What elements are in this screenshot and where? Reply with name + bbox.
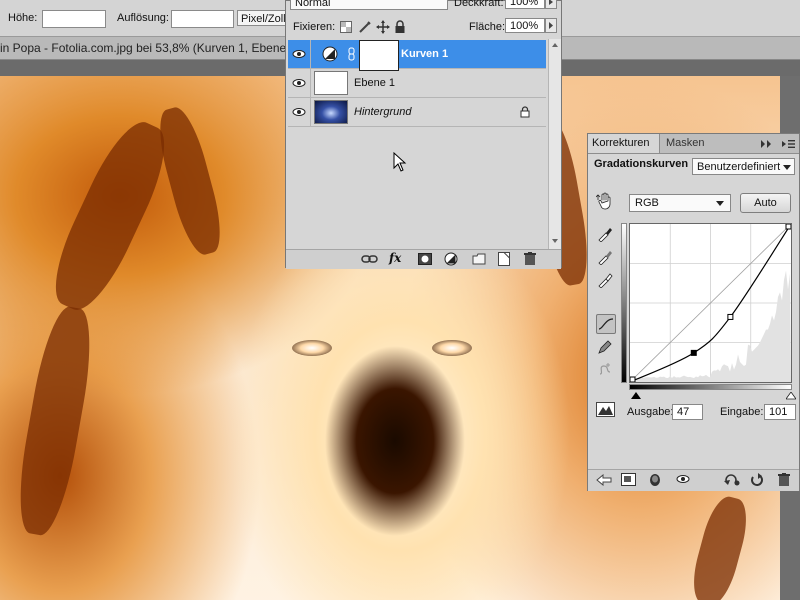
curve-points-tool-icon[interactable] <box>596 314 616 334</box>
right-eye <box>432 340 472 356</box>
layers-footer: fx <box>286 249 561 269</box>
view-previous-state-icon[interactable] <box>723 473 741 490</box>
white-point-eyedropper-icon[interactable] <box>596 270 616 288</box>
channel-select[interactable]: RGB <box>629 194 731 212</box>
preset-value: Benutzerdefiniert <box>697 161 780 173</box>
fill-input[interactable]: 100% <box>505 18 545 33</box>
white-slider-icon[interactable] <box>786 391 796 403</box>
output-label: Ausgabe: <box>627 406 673 418</box>
resolution-input[interactable] <box>171 10 234 28</box>
layer-mask-thumbnail[interactable] <box>360 41 398 70</box>
layers-scrollbar[interactable] <box>548 39 561 249</box>
hair-shadow <box>151 103 228 258</box>
auto-button[interactable]: Auto <box>740 193 791 213</box>
on-image-adjust-tool-icon[interactable] <box>596 192 616 210</box>
adjustments-footer <box>588 469 799 491</box>
visibility-toggle[interactable] <box>288 40 311 68</box>
curve-control-point[interactable] <box>691 350 696 355</box>
opacity-input[interactable]: 100% <box>505 0 545 9</box>
clipping-warning-icon[interactable] <box>596 402 616 421</box>
back-arrow-icon[interactable] <box>596 474 612 489</box>
layer-row-ebene[interactable]: Ebene 1 <box>288 69 546 98</box>
opacity-label: Deckkraft: <box>454 0 504 9</box>
curve-control-point[interactable] <box>728 314 733 319</box>
smooth-curve-icon[interactable] <box>596 360 616 378</box>
collapse-panel-icon[interactable] <box>760 139 774 152</box>
hair-shadow <box>10 303 99 538</box>
tab-masken[interactable]: Masken <box>662 134 712 153</box>
input-label: Eingabe: <box>720 406 763 418</box>
clip-to-layer-icon[interactable] <box>649 473 661 490</box>
input-input[interactable]: 101 <box>764 404 796 420</box>
lock-label: Fixieren: <box>293 21 335 33</box>
blend-mode-select[interactable]: Normal <box>290 0 448 10</box>
layer-name: Hintergrund <box>354 106 411 118</box>
adjustment-layer-icon[interactable] <box>444 252 458 269</box>
input-gradient-bar <box>629 384 792 390</box>
link-layers-icon[interactable] <box>361 253 379 268</box>
opacity-slider-button[interactable] <box>545 0 557 9</box>
left-eye <box>292 340 332 356</box>
curves-graph[interactable] <box>629 223 792 383</box>
adjustment-title: Gradationskurven <box>594 158 688 170</box>
adjustments-panel: Korrekturen Masken Gradationskurven Benu… <box>587 133 800 491</box>
hair-shadow <box>686 493 753 600</box>
tab-korrekturen[interactable]: Korrekturen <box>588 134 660 153</box>
height-input[interactable] <box>42 10 106 28</box>
preset-select[interactable]: Benutzerdefiniert <box>692 158 795 175</box>
black-point-eyedropper-icon[interactable] <box>596 224 616 242</box>
trash-icon[interactable] <box>524 252 536 269</box>
layer-name: Kurven 1 <box>401 48 448 60</box>
expand-view-icon[interactable] <box>621 473 637 490</box>
fill-slider-button[interactable] <box>545 18 557 33</box>
gray-point-eyedropper-icon[interactable] <box>596 247 616 265</box>
output-input[interactable]: 47 <box>672 404 703 420</box>
link-chain-icon[interactable] <box>348 47 356 64</box>
delete-adjustment-icon[interactable] <box>778 473 790 490</box>
layer-thumbnail[interactable] <box>314 71 348 95</box>
curve-control-point[interactable] <box>786 224 791 229</box>
layer-name: Ebene 1 <box>354 77 395 89</box>
resolution-unit-select[interactable]: Pixel/Zoll <box>237 10 289 26</box>
height-label: Höhe: <box>8 12 37 24</box>
curve-control-point[interactable] <box>630 377 635 382</box>
layer-row-kurven[interactable]: Kurven 1 <box>288 40 546 69</box>
mouse-cursor-icon <box>393 152 407 175</box>
new-layer-icon[interactable] <box>498 252 510 269</box>
lock-row: Fixieren: Fläche: 100% <box>286 15 561 37</box>
panel-menu-icon[interactable] <box>782 139 796 152</box>
panel-tabs: Korrekturen Masken <box>588 134 799 154</box>
new-group-icon[interactable] <box>472 253 486 268</box>
curves-adjustment-icon[interactable] <box>322 46 338 65</box>
visibility-toggle[interactable] <box>288 98 311 126</box>
layer-style-fx-icon[interactable]: fx <box>389 251 401 265</box>
black-slider-icon[interactable] <box>631 391 641 403</box>
layer-thumbnail[interactable] <box>314 100 348 124</box>
lock-image-icon[interactable] <box>358 20 372 37</box>
channel-value: RGB <box>635 197 659 209</box>
lock-transparent-icon[interactable] <box>340 21 352 36</box>
layer-row-hintergrund[interactable]: Hintergrund <box>288 98 546 127</box>
fill-label: Fläche: <box>469 21 505 33</box>
lock-icon <box>520 106 530 121</box>
lock-all-icon[interactable] <box>394 20 406 37</box>
toggle-visibility-eye-icon[interactable] <box>676 474 690 487</box>
hair-shadow <box>41 113 180 320</box>
pencil-tool-icon[interactable] <box>596 338 616 356</box>
output-gradient-bar <box>621 223 627 383</box>
document-title: in Popa - Fotolia.com.jpg bei 53,8% (Kur… <box>0 41 293 55</box>
layers-panel: Normal Deckkraft: 100% Fixieren: Fläche:… <box>285 0 562 268</box>
visibility-toggle[interactable] <box>288 69 311 97</box>
curves-plot[interactable] <box>630 224 791 382</box>
reset-icon[interactable] <box>750 473 764 490</box>
lock-position-icon[interactable] <box>376 20 390 37</box>
resolution-label: Auflösung: <box>117 12 169 24</box>
add-mask-icon[interactable] <box>418 253 432 268</box>
